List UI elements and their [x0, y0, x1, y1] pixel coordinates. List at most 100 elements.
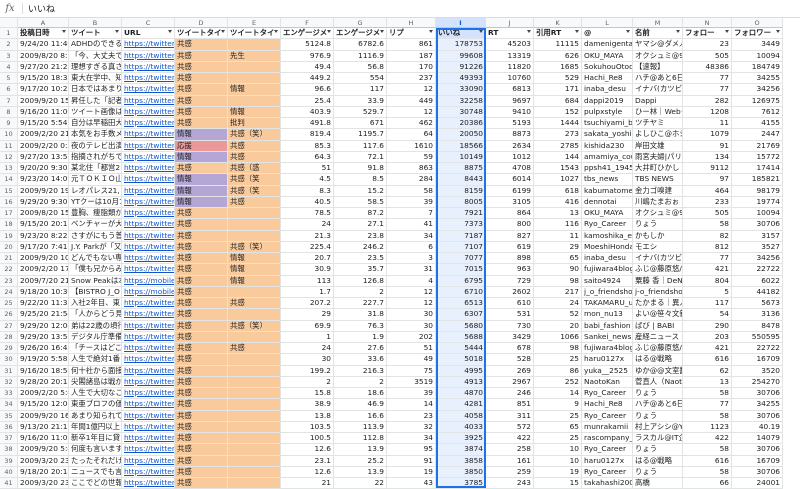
table-cell[interactable]: rascompany_	[582, 433, 633, 445]
table-cell[interactable]: 9/17/20 10:21	[18, 84, 69, 96]
table-cell[interactable]: 30706	[732, 410, 783, 422]
table-row[interactable]: 172009/8/20 15:32豊胸、痩脂類がhttps://twitter.…	[0, 208, 783, 220]
table-cell[interactable]: 3925	[436, 433, 486, 445]
row-number[interactable]: 41	[0, 478, 18, 489]
table-cell[interactable]: 共感	[175, 61, 228, 73]
table-cell[interactable]: J.Y. Parkが「又	[69, 241, 122, 253]
table-cell[interactable]: 24	[281, 343, 334, 355]
table-cell[interactable]: 8.5	[334, 174, 387, 186]
table-cell[interactable]: 62	[683, 365, 732, 377]
table-cell[interactable]: 12	[387, 106, 436, 118]
table-cell[interactable]: 225.4	[281, 241, 334, 253]
table-cell[interactable]: kamoshika_en	[582, 230, 633, 242]
table-cell[interactable]: 144	[534, 151, 582, 163]
table-cell[interactable]: https://twitter.com	[122, 208, 175, 220]
table-cell[interactable]: 尖閣諸島は戦が	[69, 376, 122, 388]
table-cell[interactable]: 861	[387, 39, 436, 51]
table-cell[interactable]: 5124.8	[281, 39, 334, 51]
table-cell[interactable]: ツチヤミ	[633, 118, 683, 130]
table-cell[interactable]: 38.9	[281, 399, 334, 411]
table-cell[interactable]: 3157	[732, 230, 783, 242]
table-cell[interactable]: https://twitter.com	[122, 320, 175, 332]
table-cell[interactable]: 64	[387, 129, 436, 141]
table-row[interactable]: 112009/2/20 0:35夜のテレビ出演https://twitter.c…	[0, 140, 783, 152]
table-cell[interactable]: さすがにもう普	[69, 230, 122, 242]
table-cell[interactable]: よい@笹々文新	[633, 309, 683, 321]
row-number[interactable]: 17	[0, 208, 18, 220]
table-cell[interactable]: babi_fashion	[582, 320, 633, 332]
table-cell[interactable]: 66	[683, 478, 732, 489]
column-header-c[interactable]: C	[122, 18, 175, 28]
table-cell[interactable]: 1066	[534, 331, 582, 343]
table-cell[interactable]: Ryo_Career	[582, 410, 633, 422]
row-number[interactable]: 5	[0, 73, 18, 85]
column-header-n[interactable]: N	[683, 18, 732, 28]
row-number[interactable]: 6	[0, 84, 18, 96]
table-cell[interactable]: 134	[683, 151, 732, 163]
column-header-j[interactable]: J	[486, 18, 534, 28]
table-cell[interactable]: 812	[683, 241, 732, 253]
table-cell[interactable]: イナバ(カツビロ	[633, 84, 683, 96]
table-cell[interactable]: 9/28/20 20:18	[18, 376, 69, 388]
table-cell[interactable]: 2	[281, 376, 334, 388]
table-cell[interactable]: 25	[534, 354, 582, 366]
table-cell[interactable]: ヤマシ@ダメ人	[633, 39, 683, 51]
table-cell[interactable]: 2	[334, 376, 387, 388]
table-cell[interactable]: 103.5	[281, 421, 334, 433]
column-header-g[interactable]: G	[334, 18, 387, 28]
table-cell[interactable]: 449	[387, 95, 436, 107]
table-cell[interactable]: saito4924	[582, 275, 633, 287]
table-cell[interactable]: 421	[683, 343, 732, 355]
row-number[interactable]: 16	[0, 196, 18, 208]
table-cell[interactable]	[228, 444, 281, 456]
table-cell[interactable]: 21.3	[281, 230, 334, 242]
table-cell[interactable]: 99608	[436, 50, 486, 62]
table-cell[interactable]: 4033	[436, 421, 486, 433]
table-cell[interactable]: 9/23/20 14:09	[18, 174, 69, 186]
table-cell[interactable]: 19	[534, 466, 582, 478]
table-cell[interactable]: 91	[683, 140, 732, 152]
table-cell[interactable]: 34	[387, 230, 436, 242]
table-cell[interactable]: fujiwara4blog	[582, 343, 633, 355]
table-cell[interactable]: 6199	[486, 185, 534, 197]
table-cell[interactable]: 6	[387, 241, 436, 253]
table-cell[interactable]: 203	[683, 331, 732, 343]
table-cell[interactable]: 9/19/20 5:58	[18, 354, 69, 366]
table-cell[interactable]: 1012	[486, 151, 534, 163]
table-cell[interactable]: 58	[683, 410, 732, 422]
table-cell[interactable]: 12	[387, 286, 436, 298]
table-cell[interactable]: 共感	[175, 39, 228, 51]
table-row[interactable]: 169/29/20 9:30YTクーは10月1https://twitter.c…	[0, 196, 783, 208]
table-cell[interactable]: 1.7	[281, 286, 334, 298]
table-cell[interactable]: 76.3	[334, 320, 387, 332]
table-cell[interactable]: 56.8	[334, 61, 387, 73]
table-cell[interactable]: https://twitter.com	[122, 118, 175, 130]
filter-dropdown-icon[interactable]	[168, 30, 172, 33]
table-cell[interactable]: 情報	[175, 151, 228, 163]
table-cell[interactable]: 227.7	[334, 298, 387, 310]
table-cell[interactable]: 共感	[175, 320, 228, 332]
table-cell[interactable]: 8478	[732, 320, 783, 332]
table-cell[interactable]: https://twitter.com	[122, 478, 175, 489]
table-cell[interactable]: 批判	[228, 118, 281, 130]
table-cell[interactable]: 日本ではあまり	[69, 84, 122, 96]
row-number[interactable]: 3	[0, 50, 18, 62]
table-cell[interactable]: 共感	[175, 433, 228, 445]
table-cell[interactable]: 7107	[436, 241, 486, 253]
table-cell[interactable]: 90	[534, 264, 582, 276]
table-cell[interactable]: 9	[534, 399, 582, 411]
table-cell[interactable]: 2009/8/20 15:32	[18, 208, 69, 220]
table-cell[interactable]: https://mobile.tw	[122, 275, 175, 287]
column-title[interactable]: リプ	[387, 28, 436, 40]
table-cell[interactable]: https://twitter.com	[122, 174, 175, 186]
table-row[interactable]: 49/27/20 21:28理想すぎる真さhttps://twitter.com…	[0, 61, 783, 73]
table-cell[interactable]: 24001	[732, 478, 783, 489]
table-cell[interactable]: 100.5	[281, 433, 334, 445]
table-cell[interactable]: 9/17/20 7:41	[18, 241, 69, 253]
table-cell[interactable]: たかまる｜異人	[633, 298, 683, 310]
table-cell[interactable]: 情報	[175, 174, 228, 186]
table-cell[interactable]: https://twitter.com	[122, 455, 175, 467]
table-cell[interactable]: 豊胸、痩脂類が	[69, 208, 122, 220]
table-cell[interactable]: 5673	[732, 298, 783, 310]
table-cell[interactable]: よしひこ@ホシマ	[633, 129, 683, 141]
